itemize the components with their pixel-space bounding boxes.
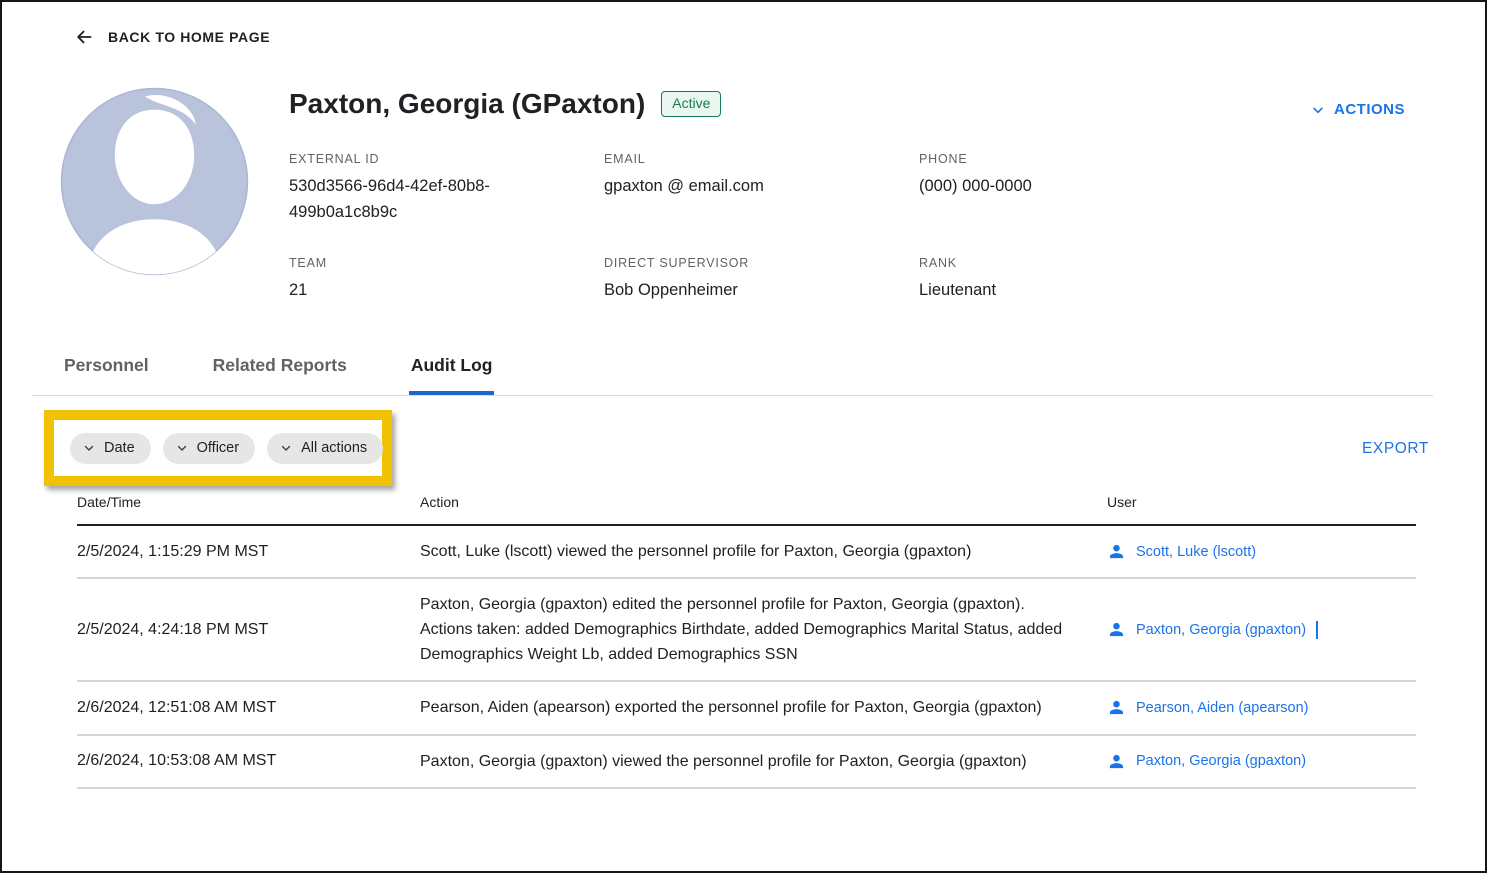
person-icon — [1107, 620, 1126, 639]
person-icon — [1107, 542, 1126, 561]
chevron-down-icon — [1310, 102, 1326, 118]
table-row: 2/5/2024, 4:24:18 PM MST Paxton, Georgia… — [77, 579, 1416, 682]
back-arrow-icon — [74, 27, 94, 47]
profile-fields: External ID 530d3566-96d4-42ef-80b8-499b… — [289, 152, 1259, 304]
audit-user-link[interactable]: Pearson, Aiden (apearson) — [1136, 700, 1309, 716]
profile-field: Email gpaxton @ email.com — [604, 152, 919, 225]
audit-action-text: Paxton, Georgia (gpaxton) edited the per… — [420, 592, 1076, 667]
table-body: 2/5/2024, 1:15:29 PM MST Scott, Luke (ls… — [77, 526, 1416, 789]
audit-action-text: Pearson, Aiden (apearson) exported the p… — [420, 695, 1076, 720]
field-value: Lieutenant — [919, 278, 1259, 304]
audit-datetime: 2/5/2024, 4:24:18 PM MST — [77, 621, 420, 639]
column-header-action: Action — [420, 494, 1107, 510]
tab-bar: Personnel Related Reports Audit Log — [32, 349, 1433, 396]
profile-field: Rank Lieutenant — [919, 256, 1259, 304]
filter-chip-date[interactable]: Date — [70, 433, 151, 464]
person-icon — [1107, 698, 1126, 717]
column-header-user: User — [1107, 494, 1416, 510]
chevron-down-icon — [279, 441, 293, 455]
audit-datetime: 2/6/2024, 10:53:08 AM MST — [77, 752, 420, 770]
column-header-datetime: Date/Time — [77, 494, 420, 510]
field-label: Direct Supervisor — [604, 256, 919, 270]
profile-header: Paxton, Georgia (GPaxton) Active — [289, 88, 721, 120]
audit-action-text: Scott, Luke (lscott) viewed the personne… — [420, 539, 1076, 564]
person-icon — [1107, 752, 1126, 771]
audit-user-link[interactable]: Paxton, Georgia (gpaxton) — [1136, 622, 1306, 638]
profile-field: External ID 530d3566-96d4-42ef-80b8-499b… — [289, 152, 604, 225]
back-link-label: Back to home page — [108, 29, 270, 45]
audit-action-text: Paxton, Georgia (gpaxton) viewed the per… — [420, 749, 1076, 774]
tab-related-reports[interactable]: Related Reports — [211, 349, 349, 395]
page-title: Paxton, Georgia (GPaxton) — [289, 88, 645, 120]
profile-avatar — [60, 87, 249, 276]
tab-audit-log[interactable]: Audit Log — [409, 349, 495, 395]
field-label: Phone — [919, 152, 1259, 166]
field-label: Team — [289, 256, 604, 270]
actions-button[interactable]: ACTIONS — [1310, 101, 1405, 118]
field-label: Email — [604, 152, 919, 166]
audit-log-table: Date/Time Action User 2/5/2024, 1:15:29 … — [77, 494, 1416, 789]
export-button[interactable]: EXPORT — [1362, 440, 1429, 458]
person-avatar-icon — [60, 87, 249, 276]
actions-label: ACTIONS — [1334, 101, 1405, 118]
text-cursor — [1316, 621, 1318, 639]
filter-chip-all-actions[interactable]: All actions — [267, 433, 383, 464]
table-header-row: Date/Time Action User — [77, 494, 1416, 526]
profile-field: Team 21 — [289, 256, 604, 304]
audit-user-link[interactable]: Scott, Luke (lscott) — [1136, 544, 1256, 560]
field-value: 530d3566-96d4-42ef-80b8-499b0a1c8b9c — [289, 174, 521, 225]
table-row: 2/6/2024, 12:51:08 AM MST Pearson, Aiden… — [77, 682, 1416, 735]
back-to-home-link[interactable]: Back to home page — [74, 27, 270, 47]
profile-field: Phone (000) 000-0000 — [919, 152, 1259, 225]
tab-personnel[interactable]: Personnel — [62, 349, 151, 395]
audit-user-link[interactable]: Paxton, Georgia (gpaxton) — [1136, 753, 1306, 769]
audit-datetime: 2/6/2024, 12:51:08 AM MST — [77, 699, 420, 717]
annotation-highlight-box: Date Officer All actions — [44, 410, 392, 486]
chevron-down-icon — [82, 441, 96, 455]
field-value: 21 — [289, 278, 604, 304]
field-value: Bob Oppenheimer — [604, 278, 919, 304]
field-value: gpaxton @ email.com — [604, 174, 919, 200]
field-label: External ID — [289, 152, 604, 166]
field-label: Rank — [919, 256, 1259, 270]
chevron-down-icon — [175, 441, 189, 455]
table-row: 2/5/2024, 1:15:29 PM MST Scott, Luke (ls… — [77, 526, 1416, 579]
status-badge: Active — [661, 91, 721, 116]
filter-chip-officer[interactable]: Officer — [163, 433, 255, 464]
table-row: 2/6/2024, 10:53:08 AM MST Paxton, Georgi… — [77, 736, 1416, 789]
audit-datetime: 2/5/2024, 1:15:29 PM MST — [77, 543, 420, 561]
field-value: (000) 000-0000 — [919, 174, 1259, 200]
profile-field: Direct Supervisor Bob Oppenheimer — [604, 256, 919, 304]
